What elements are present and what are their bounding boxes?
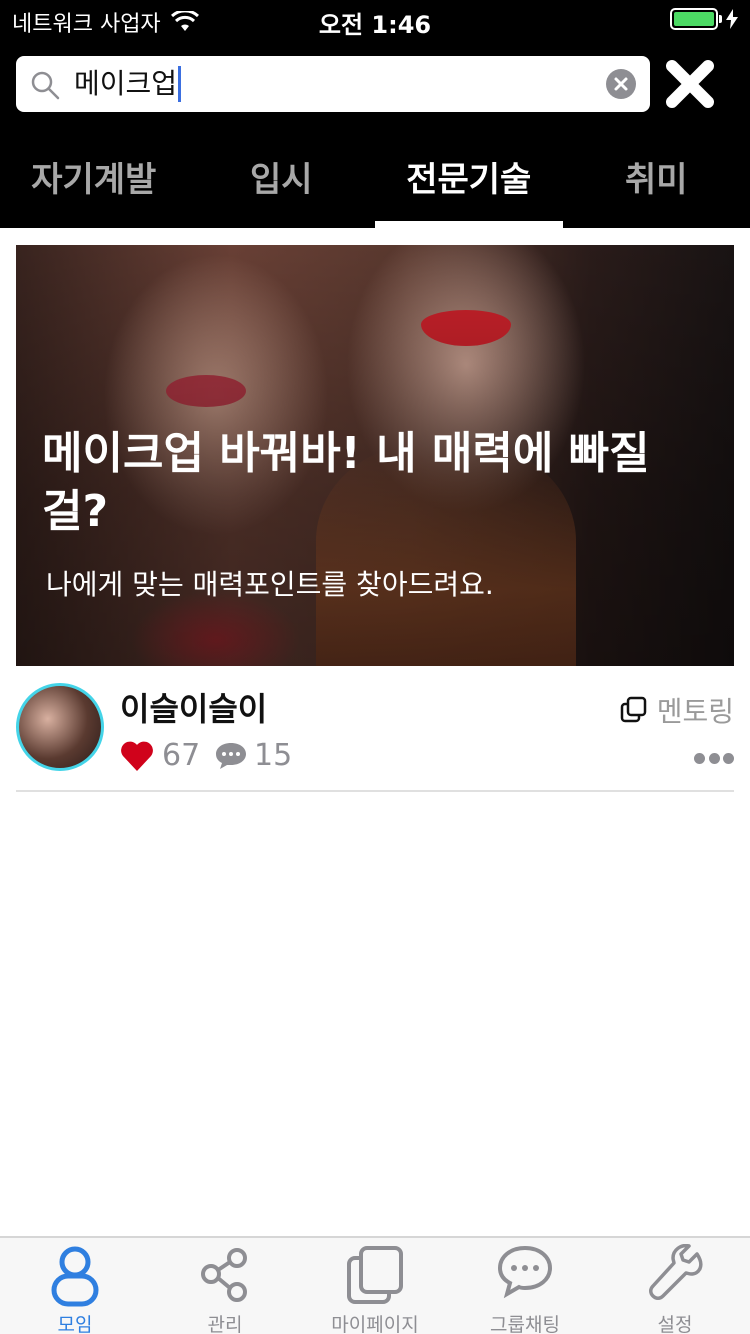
post-type-label: 멘토링	[656, 695, 734, 728]
avatar[interactable]	[16, 683, 104, 771]
share-icon	[201, 1248, 247, 1302]
tabbar-meetup[interactable]: 모임	[0, 1238, 150, 1334]
clear-icon	[614, 77, 628, 91]
text-caret	[178, 66, 182, 102]
close-button[interactable]	[660, 56, 720, 112]
post-title: 메이크업 바꿔바! 내 매력에 빠질걸?	[42, 428, 650, 537]
heart-icon	[121, 741, 153, 771]
tabbar-label: 관리	[207, 1314, 243, 1334]
search-box[interactable]: 메이크업	[16, 56, 650, 112]
post-subtitle: 나에게 맞는 매력포인트를 찾아드려요.	[46, 568, 494, 601]
status-right	[670, 8, 738, 30]
tabbar-mypage[interactable]: 마이페이지	[300, 1238, 450, 1334]
search-icon	[31, 71, 60, 100]
wrench-icon	[649, 1244, 703, 1300]
battery-fill	[674, 12, 714, 26]
search-input[interactable]: 메이크업	[74, 62, 594, 106]
bottom-tab-bar: 모임 관리 마이페이지 그룹채팅 설정	[0, 1236, 750, 1334]
tab-admissions[interactable]: 입시	[188, 144, 376, 228]
tabbar-manage[interactable]: 관리	[150, 1238, 300, 1334]
post-type: 멘토링	[619, 690, 734, 730]
comments[interactable]: 15	[214, 738, 292, 773]
post-banner[interactable]: 메이크업 바꿔바! 내 매력에 빠질걸? 나에게 맞는 매력포인트를 찾아드려요…	[16, 245, 734, 666]
close-icon	[666, 60, 714, 108]
clear-search-button[interactable]	[606, 69, 636, 99]
category-tabs: 자기계발 입시 전문기술 취미	[0, 144, 750, 228]
square-icon	[347, 1246, 403, 1304]
tabbar-label: 모임	[57, 1314, 93, 1334]
comment-icon	[216, 742, 246, 769]
more-dot	[708, 752, 720, 764]
tabbar-label: 설정	[657, 1314, 693, 1334]
person-icon	[51, 1246, 99, 1307]
likes-count: 67	[162, 738, 201, 773]
tabbar-group-chat[interactable]: 그룹채팅	[450, 1238, 600, 1334]
tab-hobby[interactable]: 취미	[563, 144, 750, 228]
author-name[interactable]: 이슬이슬이	[120, 684, 267, 730]
chat-icon	[497, 1245, 553, 1299]
copy-icon	[620, 696, 646, 723]
more-dot	[694, 752, 705, 764]
status-time: 오전 1:46	[318, 11, 432, 39]
tab-self-development[interactable]: 자기계발	[0, 144, 188, 228]
comments-count: 15	[254, 738, 293, 773]
more-options-button[interactable]	[694, 750, 734, 766]
search-input-value: 메이크업	[74, 67, 178, 100]
post-meta: 이슬이슬이 67 15 멘토링	[16, 680, 734, 792]
search-header: 메이크업 자기계발 입시 전문기술 취미	[0, 40, 750, 228]
charging-icon	[726, 9, 738, 29]
tab-professional-skills[interactable]: 전문기술	[375, 144, 563, 228]
likes[interactable]: 67	[120, 738, 200, 773]
tabbar-settings[interactable]: 설정	[600, 1238, 750, 1334]
more-dot	[723, 752, 734, 764]
tabbar-label: 그룹채팅	[490, 1314, 560, 1334]
tabbar-label: 마이페이지	[331, 1314, 419, 1334]
status-bar: 네트워크 사업자 오전 1:46	[0, 0, 750, 40]
battery-icon	[670, 8, 722, 30]
